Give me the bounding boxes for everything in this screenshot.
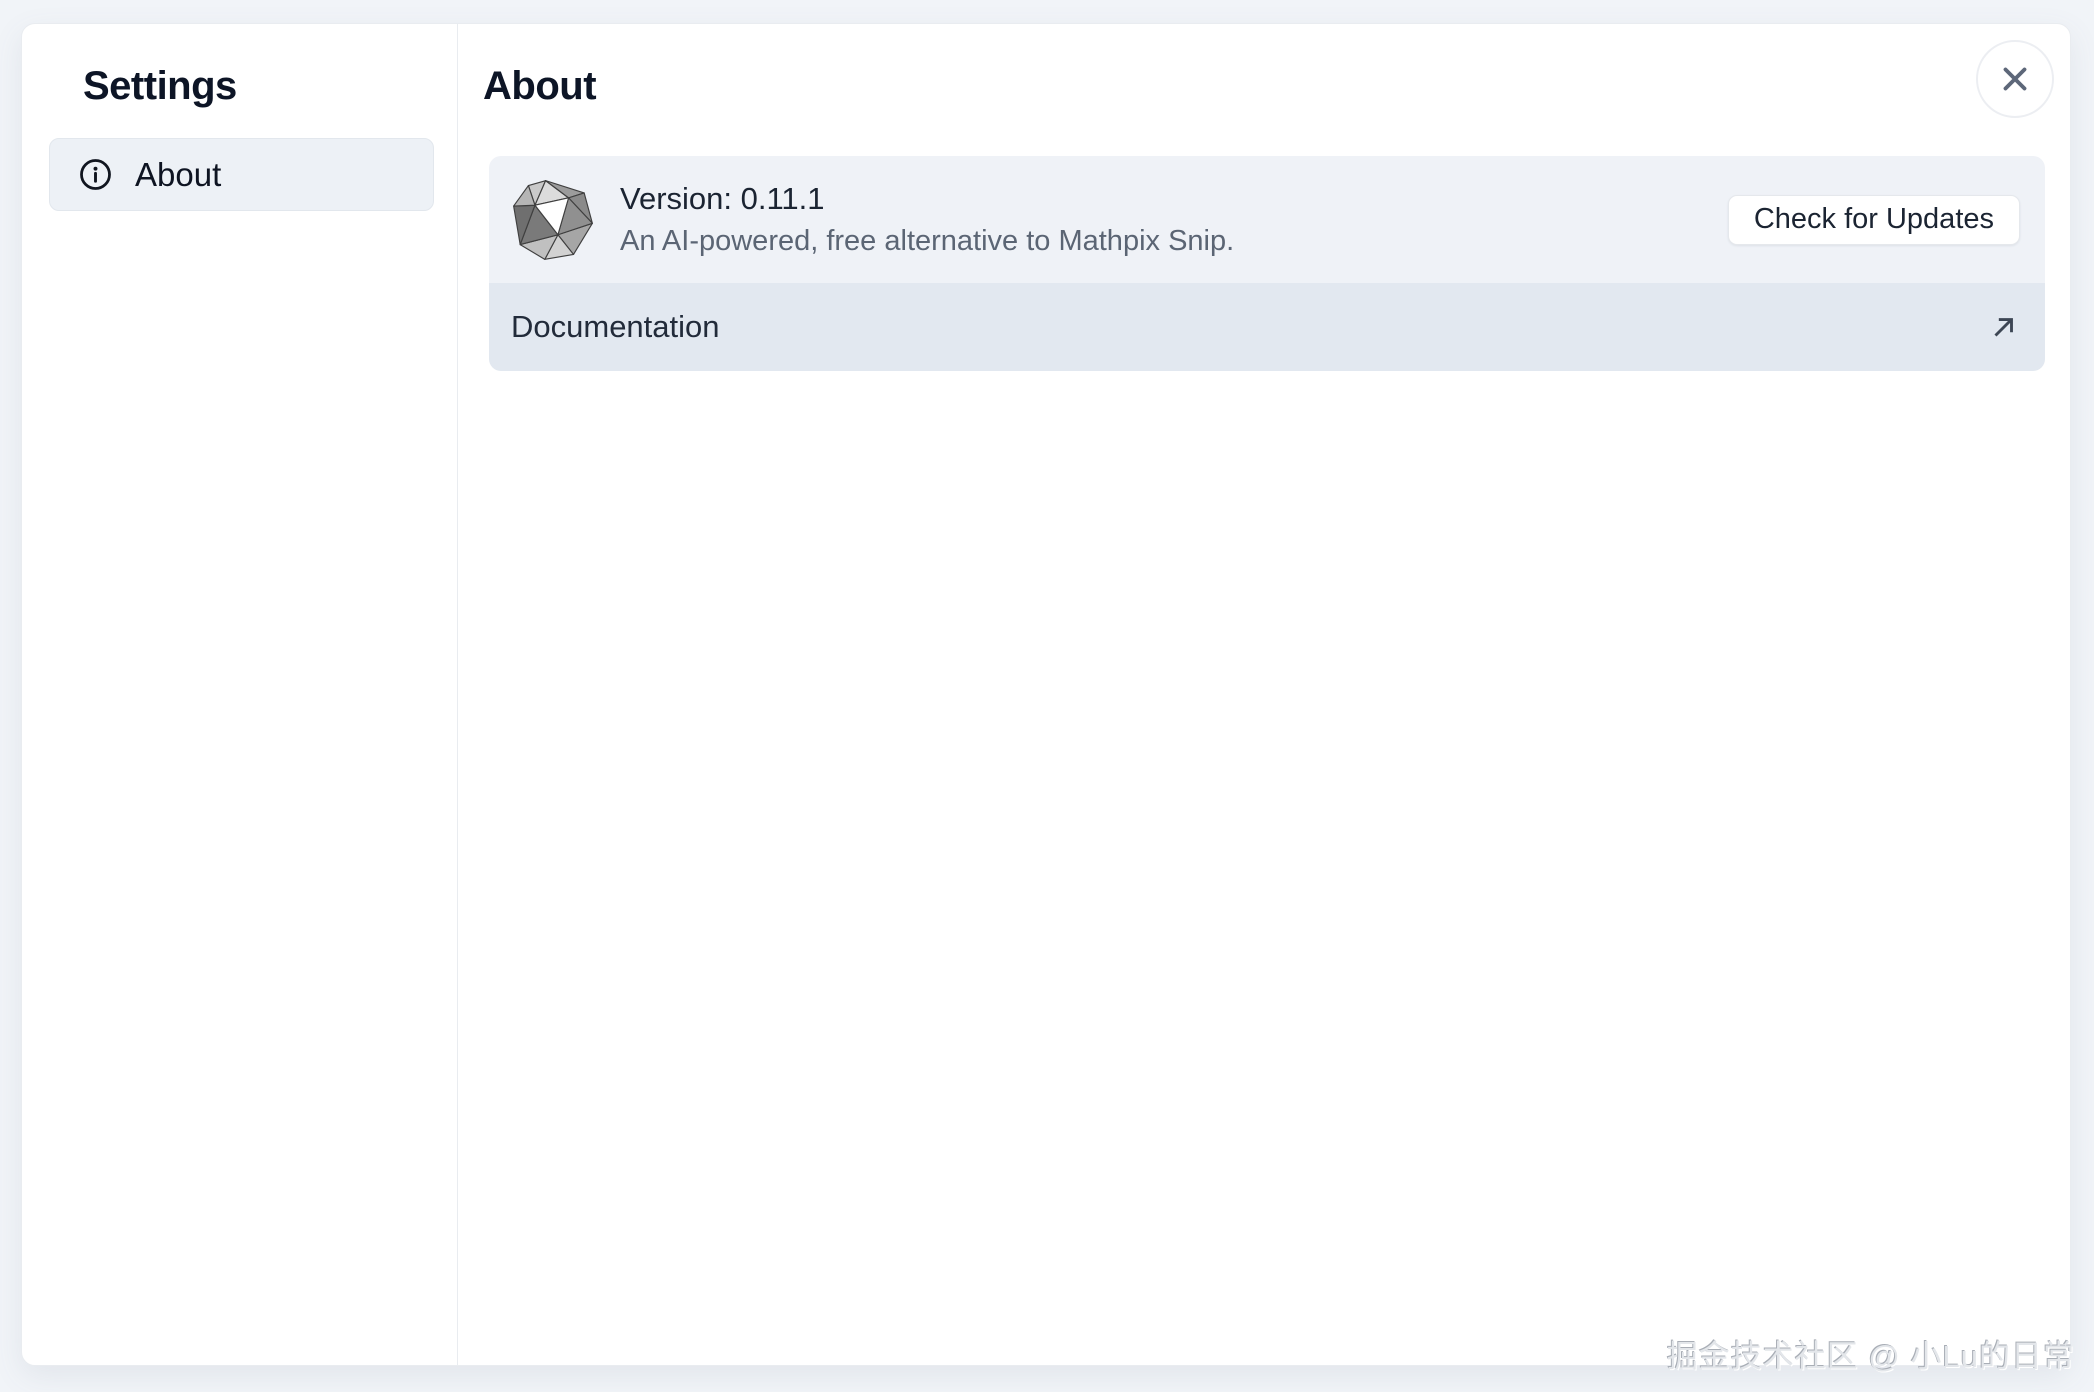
app-tagline: An AI-powered, free alternative to Mathp… <box>620 225 1234 257</box>
check-for-updates-button[interactable]: Check for Updates <box>1728 195 2020 245</box>
app-logo-icon <box>512 179 594 261</box>
settings-dialog: Settings About About <box>21 23 2071 1366</box>
page-title: About <box>483 62 2072 110</box>
sidebar-item-about[interactable]: About <box>49 138 434 211</box>
info-icon <box>78 157 113 192</box>
about-panel: About <box>458 24 2072 1365</box>
close-icon <box>1996 60 2034 98</box>
settings-window: Settings About About <box>0 0 2094 1392</box>
version-row: Version: 0.11.1 An AI-powered, free alte… <box>489 156 2045 283</box>
version-text: Version: 0.11.1 <box>620 182 1234 216</box>
settings-sidebar: Settings About <box>22 24 458 1365</box>
documentation-link-row[interactable]: Documentation <box>489 283 2045 371</box>
close-button[interactable] <box>1976 40 2054 118</box>
sidebar-item-label: About <box>135 156 221 194</box>
sidebar-title: Settings <box>83 62 457 110</box>
external-link-icon <box>1989 312 2019 342</box>
version-text-block: Version: 0.11.1 An AI-powered, free alte… <box>620 182 1234 257</box>
about-card: Version: 0.11.1 An AI-powered, free alte… <box>489 156 2045 371</box>
documentation-label: Documentation <box>511 309 720 345</box>
